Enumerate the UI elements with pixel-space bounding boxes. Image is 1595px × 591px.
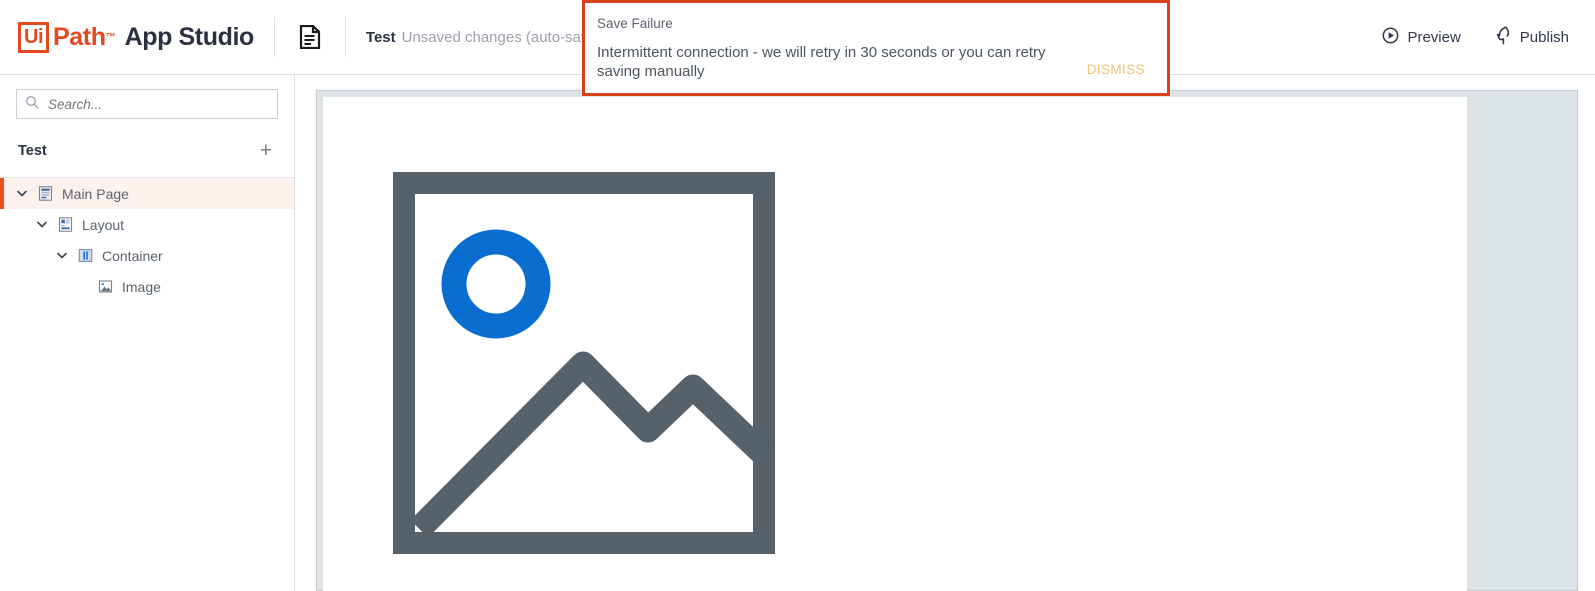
image-icon xyxy=(96,278,114,296)
app-studio-window: Ui Path ™ App Studio Test Unsaved change… xyxy=(0,0,1595,591)
canvas-page-surface[interactable] xyxy=(323,97,1467,591)
page-title: Test xyxy=(365,28,396,46)
layout-icon xyxy=(56,216,74,234)
uipath-logo[interactable]: Ui Path ™ App Studio xyxy=(0,0,254,74)
uipath-logo-mark: Ui xyxy=(18,21,49,53)
search-box[interactable] xyxy=(16,89,278,119)
sidebar-item-image[interactable]: Image xyxy=(0,271,294,302)
project-row: Test + xyxy=(0,119,294,161)
save-failure-notification[interactable]: Save Failure Intermittent connection - w… xyxy=(582,0,1170,96)
sidebar-item-label: Main Page xyxy=(62,185,129,202)
header-divider-1 xyxy=(273,17,275,57)
dismiss-button[interactable]: DISMISS xyxy=(1081,62,1167,77)
image-placeholder-element[interactable] xyxy=(393,172,775,554)
sidebar-item-main-page[interactable]: Main Page xyxy=(0,178,294,209)
header-actions: Preview Publish xyxy=(1382,25,1595,49)
product-name: App Studio xyxy=(124,22,255,51)
search-input[interactable] xyxy=(48,96,269,112)
design-canvas[interactable] xyxy=(316,90,1578,591)
search-row xyxy=(0,75,294,119)
document-icon[interactable] xyxy=(295,22,325,52)
sidebar-item-container[interactable]: Container xyxy=(0,240,294,271)
play-circle-icon xyxy=(1382,27,1399,48)
sidebar-item-label: Layout xyxy=(82,216,125,233)
preview-label: Preview xyxy=(1407,28,1461,46)
chevron-down-icon[interactable] xyxy=(54,252,70,259)
publish-label: Publish xyxy=(1519,28,1569,46)
sidebar-item-label: Container xyxy=(102,247,163,264)
component-tree: Main Page Layout Container Image xyxy=(0,178,294,302)
search-icon xyxy=(25,95,39,114)
notification-body: Save Failure Intermittent connection - w… xyxy=(585,16,1081,81)
sidebar-item-layout[interactable]: Layout xyxy=(0,209,294,240)
chevron-down-icon[interactable] xyxy=(14,190,30,197)
header-divider-2 xyxy=(344,17,346,57)
page-icon xyxy=(36,185,54,203)
notification-title: Save Failure xyxy=(597,16,673,31)
sidebar-item-label: Image xyxy=(122,278,161,295)
trademark-symbol: ™ xyxy=(105,31,116,43)
publish-bolt-icon xyxy=(1495,25,1512,49)
publish-button[interactable]: Publish xyxy=(1495,25,1569,49)
add-page-button[interactable]: + xyxy=(260,140,272,161)
chevron-down-icon[interactable] xyxy=(34,221,50,228)
preview-button[interactable]: Preview xyxy=(1382,27,1461,48)
project-name: Test xyxy=(18,142,47,159)
container-icon xyxy=(76,247,94,265)
notification-message: Intermittent connection - we will retry … xyxy=(597,44,1046,80)
uipath-logo-path: Path xyxy=(53,22,106,51)
left-sidebar: Test + Main Page xyxy=(0,75,295,591)
